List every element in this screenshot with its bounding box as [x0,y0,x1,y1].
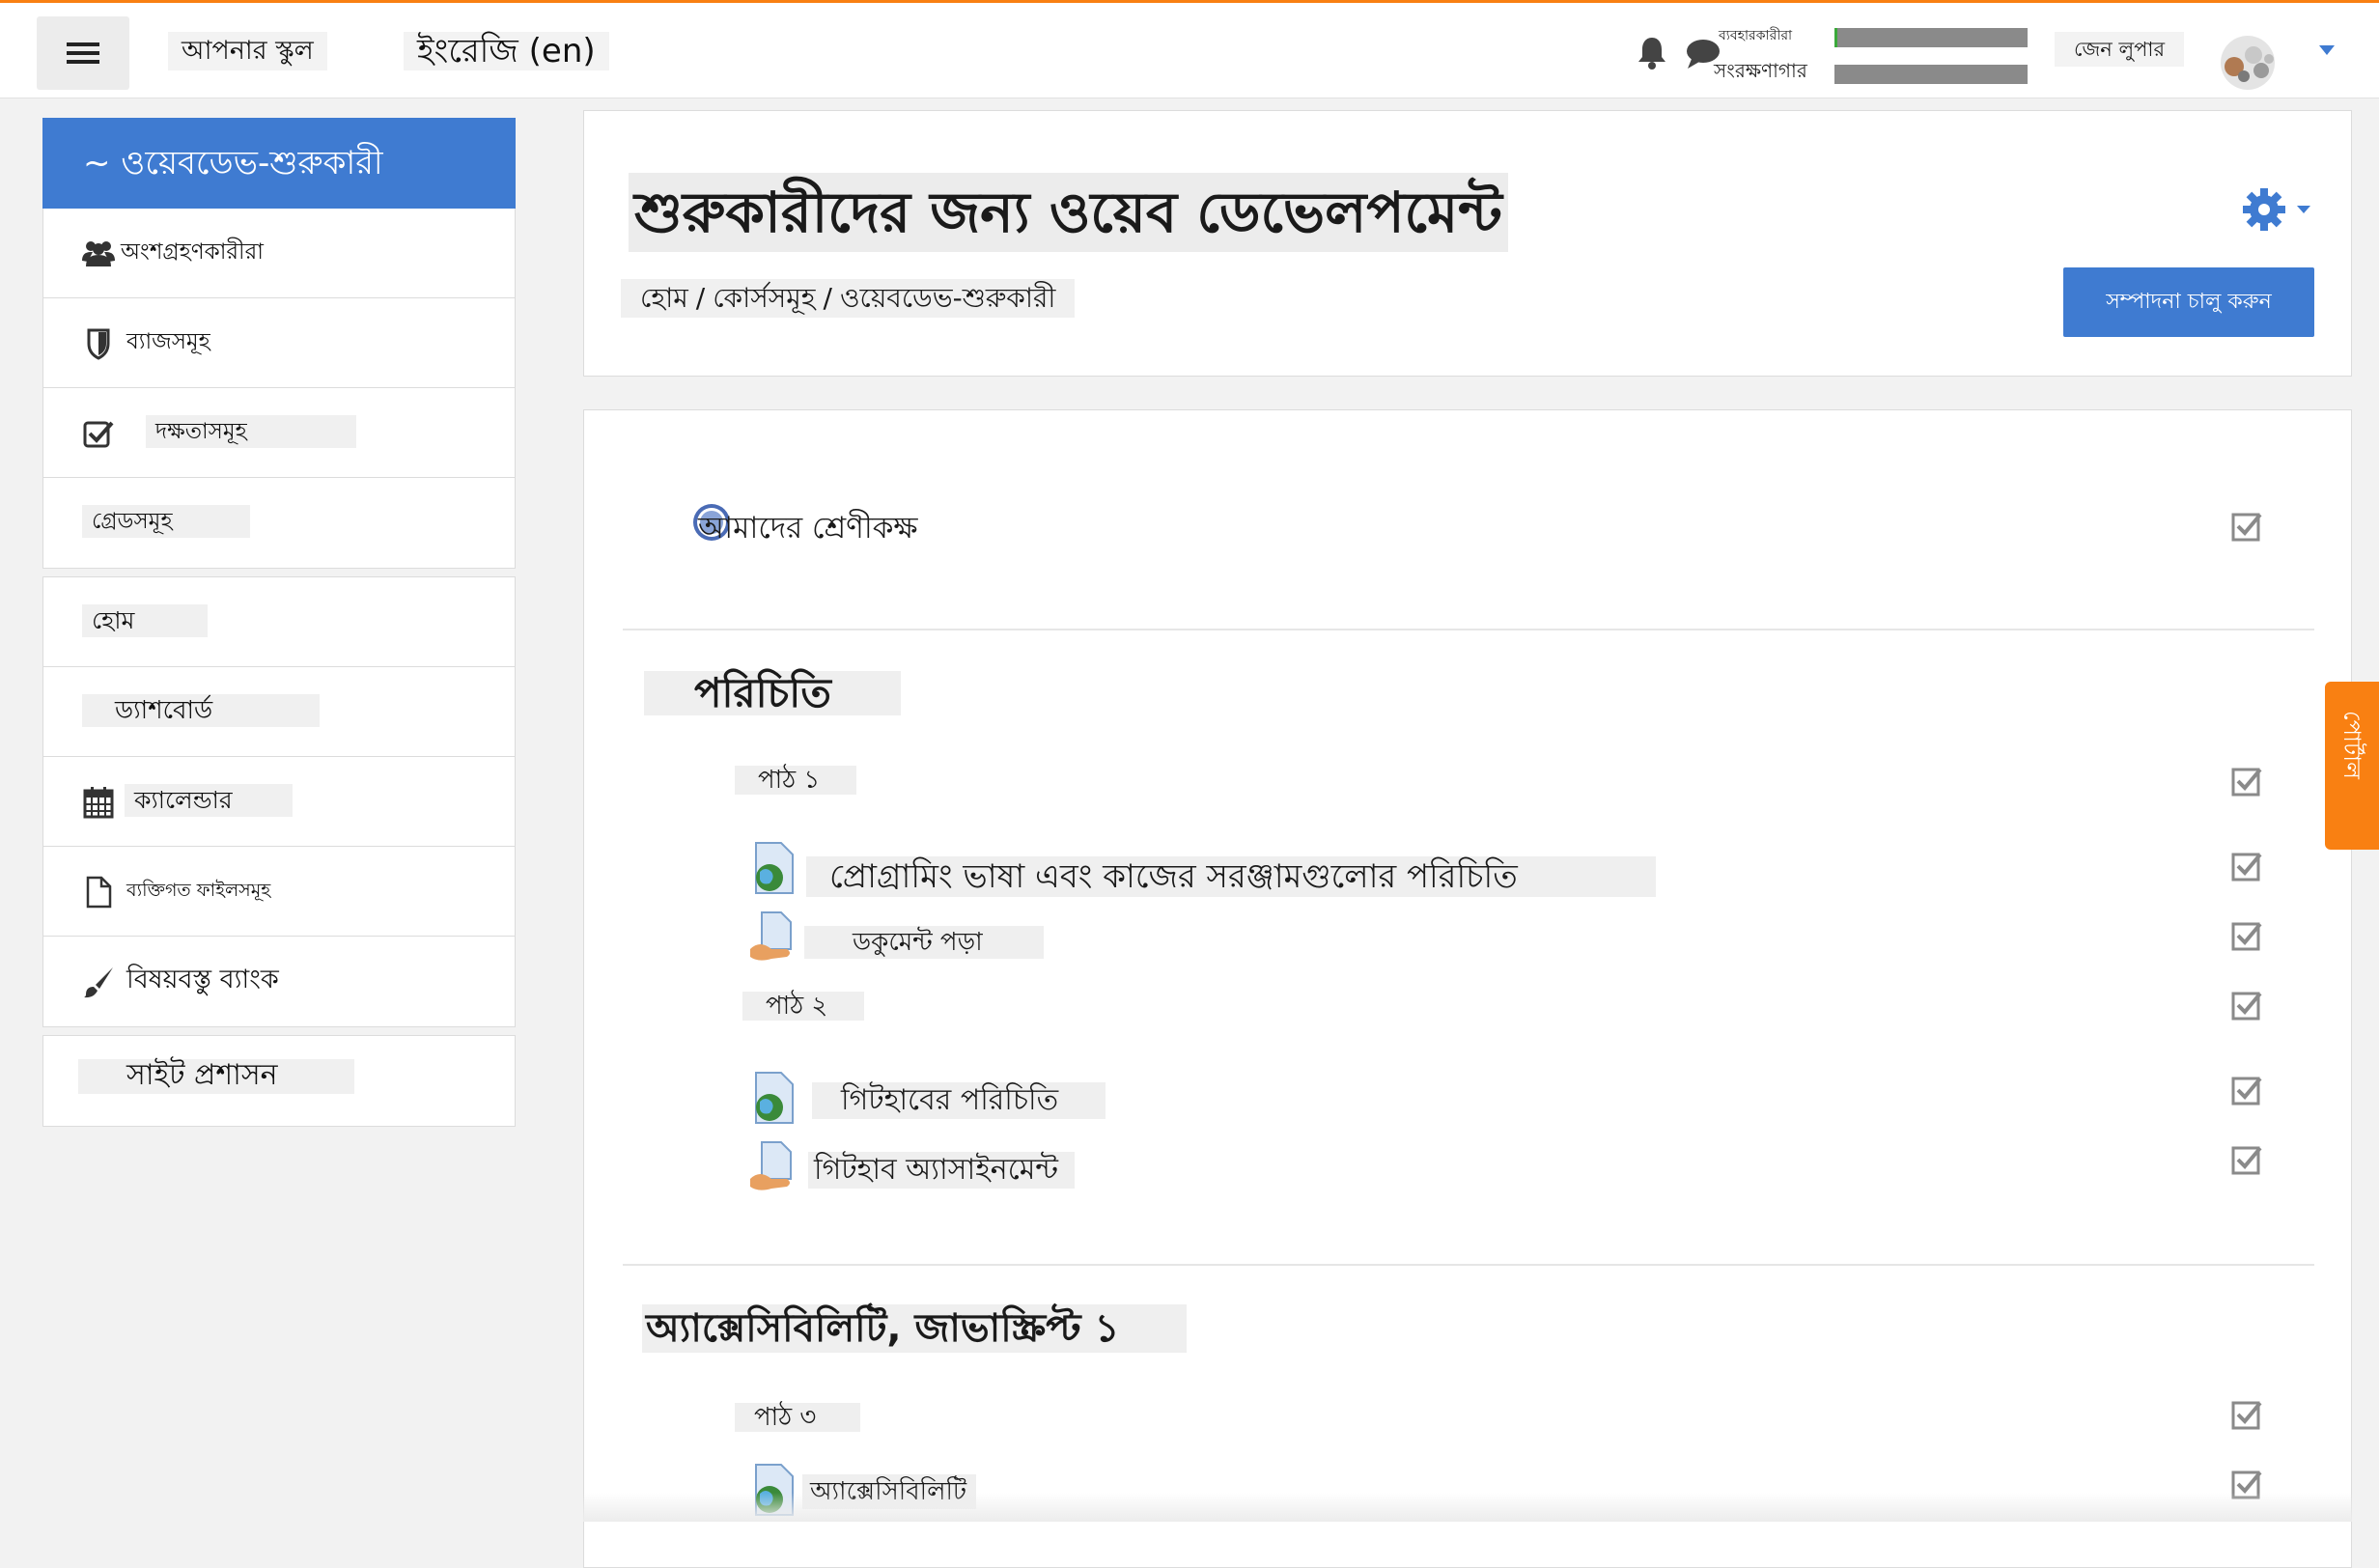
site-nav-group: হোম ড্যাশবোর্ড ক্যালেন্ডার ব্যক্তিগত ফাই… [42,576,516,1027]
completion-checkbox-icon[interactable] [2231,920,2262,951]
scroll-fade [583,1493,2352,1522]
breadcrumb: হোম / কোর্সসমূহ / ওয়েবডেভ-শুরুকারী [621,279,1076,318]
sidebar-item-label: বিষয়বস্তু ব্যাংক [126,965,279,994]
section-divider [623,1264,2314,1266]
completion-checkbox-icon[interactable] [2231,851,2262,882]
page-header: শুরুকারীদের জন্য ওয়েব ডেভেলপমেন্ট হোম / ক… [583,110,2352,377]
breadcrumb-courses[interactable]: কোর্সসমূহ [713,282,815,314]
section-title[interactable]: অ্যাক্সেসিবিলিটি, জাভাস্ক্রিপ্ট ১ [642,1304,1187,1353]
sidebar-item-home[interactable]: হোম [43,577,515,667]
activity-assignment-link[interactable]: ডকুমেন্ট পড়া [804,926,1044,959]
section-divider [623,629,2314,630]
drawer-toggle-button[interactable] [37,16,129,90]
page-title: শুরুকারীদের জন্য ওয়েব ডেভেলপমেন্ট [629,173,1508,252]
activity-forum-link[interactable]: আমাদের শ্রেণীকক্ষ [698,509,918,547]
completion-checkbox-icon[interactable] [2231,1075,2262,1106]
url-globe-icon [755,842,794,894]
sidebar-item-calendar[interactable]: ক্যালেন্ডার [43,757,515,847]
sidebar-item-label: ব্যক্তিগত ফাইলসমূহ [126,880,271,901]
sidebar-item-label: গ্রেডসমূহ [82,505,250,538]
breadcrumb-separator: / [695,282,706,314]
sidebar-item-content-bank[interactable]: বিষয়বস্তু ব্যাংক [43,937,515,1026]
activity-assignment-link[interactable]: গিটহাব অ্যাসাইনমেন্ট [808,1152,1075,1189]
shield-icon [87,328,110,360]
assignment-hand-icon [750,911,792,961]
sidebar-item-badges[interactable]: ব্যাজসমূহ [43,298,515,388]
sidebar-item-label: সাইট প্রশাসন [78,1059,354,1094]
sidebar-item-private-files[interactable]: ব্যক্তিগত ফাইলসমূহ [43,847,515,937]
sidebar-item-label: হোম [82,604,208,637]
users-icon [82,241,115,266]
completion-checkbox-icon[interactable] [2231,1399,2262,1430]
lesson-label: পাঠ ১ [735,766,856,795]
completion-checkbox-icon[interactable] [2231,990,2262,1021]
breadcrumb-course[interactable]: ওয়েবডেভ-শুরুকারী [840,282,1055,314]
sidebar-item-label: ক্যালেন্ডার [125,784,293,817]
sidebar-item-label: অংশগ্রহণকারীরা [121,239,264,265]
sidebar-item-participants[interactable]: অংশগ্রহণকারীরা [43,209,515,298]
section-title[interactable]: পরিচিতি [644,671,901,715]
activity-url-link[interactable]: প্রোগ্রামিং ভাষা এবং কাজের সরঞ্জামগুলোর … [806,856,1656,897]
url-globe-icon [755,1072,794,1124]
gear-icon[interactable] [2241,186,2287,233]
completion-checkbox-icon[interactable] [2231,766,2262,797]
sidebar-item-grades[interactable]: গ্রেডসমূহ [43,478,515,568]
checkbox-icon [83,421,114,448]
role-label: সংরক্ষণাগার [1714,59,1807,82]
user-name[interactable]: জেন লুপার [2055,32,2185,67]
chevron-down-icon[interactable] [2295,204,2312,215]
left-drawer: ~ ওয়েবডেভ-শুরুকারী অংশগ্রহণকারীরা ব্যাজ… [0,98,554,1522]
file-icon [86,876,112,909]
sidebar-item-label: দক্ষতাসমূহ [146,415,356,448]
course-nav-group: অংশগ্রহণকারীরা ব্যাজসমূহ দক্ষতাসমূহ গ্রে… [42,209,516,569]
sidebar-item-dashboard[interactable]: ড্যাশবোর্ড [43,667,515,757]
breadcrumb-separator: / [823,282,832,314]
completion-checkbox-icon[interactable] [2231,511,2262,542]
course-content: আমাদের শ্রেণীকক্ষ পরিচিতি পাঠ ১ প্রোগ্রা… [583,409,2352,1568]
language-menu[interactable]: ইংরেজি (en) [404,32,609,70]
sidebar-item-label: ব্যাজসমূহ [126,329,210,354]
completion-checkbox-icon[interactable] [2231,1144,2262,1175]
site-name-link[interactable]: আপনার স্কুল [168,32,327,70]
calendar-icon [83,787,114,819]
admin-nav-group: সাইট প্রশাসন [42,1035,516,1127]
blocks-drawer-toggle[interactable]: পোর্টাল [2325,682,2379,850]
blocks-drawer-label: পোর্টাল [2338,711,2365,779]
sidebar-item-label: ড্যাশবোর্ড [82,694,320,727]
bell-icon[interactable] [1636,36,1668,70]
hamburger-icon [67,42,99,64]
role-label-small: ব্যবহারকারীরা [1719,28,1793,43]
assignment-hand-icon [750,1141,792,1190]
activity-url-link[interactable]: গিটহাবের পরিচিতি [812,1082,1106,1119]
redacted-bar-top [1834,28,2028,47]
caret-down-icon[interactable] [2317,43,2337,57]
lesson-label: পাঠ ৩ [735,1403,860,1432]
turn-editing-on-button[interactable]: সম্পাদনা চালু করুন [2063,267,2314,337]
sidebar-item-competencies[interactable]: দক্ষতাসমূহ [43,388,515,478]
sidebar-item-site-admin[interactable]: সাইট প্রশাসন [43,1036,515,1126]
redacted-bar-bottom [1834,65,2028,84]
lesson-label: পাঠ ২ [742,992,864,1021]
sidebar-item-course[interactable]: ~ ওয়েবডেভ-শুরুকারী [42,118,516,209]
breadcrumb-home[interactable]: হোম [640,282,688,314]
avatar[interactable] [2211,34,2284,92]
paintbrush-icon [84,967,113,998]
top-navbar: আপনার স্কুল ইংরেজি (en) ব্যবহারকারীরা সং… [0,0,2379,98]
